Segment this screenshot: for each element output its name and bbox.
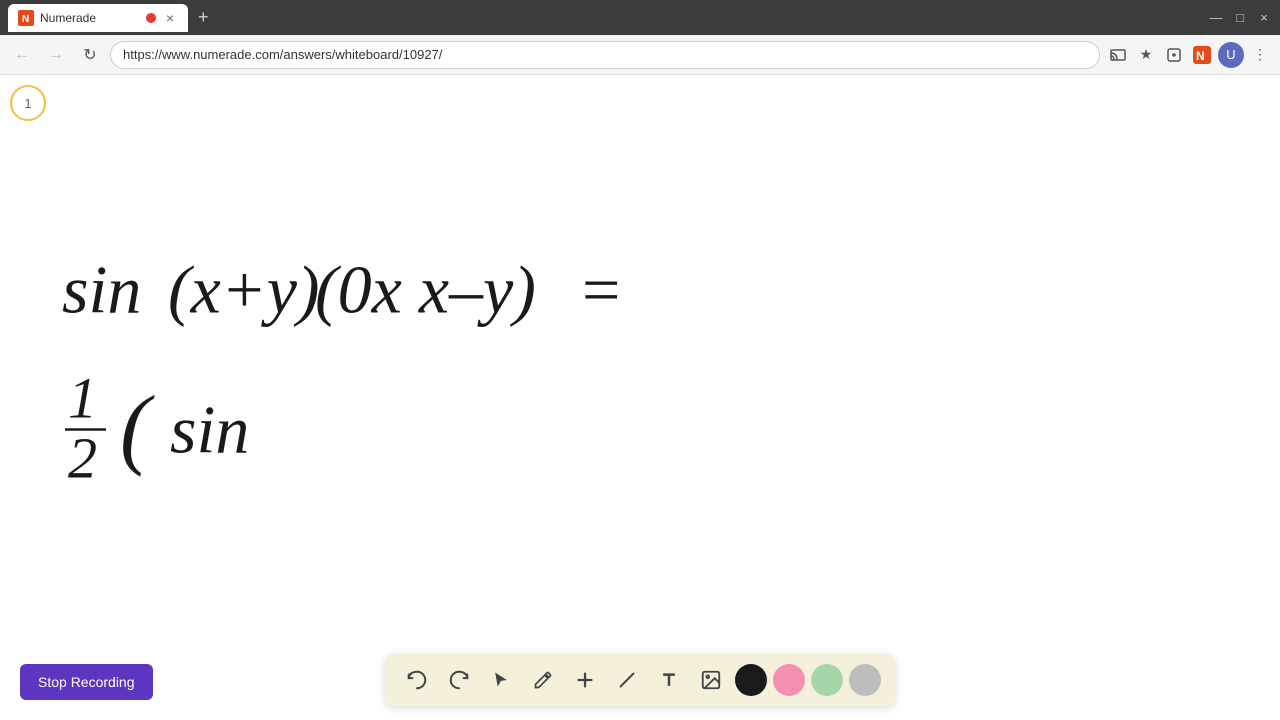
svg-text:1: 1 bbox=[68, 366, 97, 431]
toolbar bbox=[385, 654, 895, 706]
svg-text:N: N bbox=[1196, 49, 1205, 63]
svg-text:N: N bbox=[22, 14, 29, 25]
select-tool-button[interactable] bbox=[483, 662, 519, 698]
cast-icon[interactable] bbox=[1106, 43, 1130, 67]
back-button[interactable]: ← bbox=[8, 41, 36, 69]
new-tab-button[interactable]: + bbox=[198, 7, 209, 28]
svg-text:2: 2 bbox=[68, 426, 97, 491]
svg-text:sin: sin bbox=[170, 392, 249, 468]
svg-text:=: = bbox=[582, 252, 620, 328]
color-green-button[interactable] bbox=[811, 664, 843, 696]
minimize-button[interactable]: — bbox=[1208, 10, 1224, 26]
tab-recording-dot bbox=[146, 13, 156, 23]
menu-icon[interactable]: ⋮ bbox=[1248, 43, 1272, 67]
tab-title: Numerade bbox=[40, 11, 140, 25]
image-button[interactable] bbox=[693, 662, 729, 698]
forward-button[interactable]: → bbox=[42, 41, 70, 69]
svg-text:(x+y): (x+y) bbox=[168, 252, 320, 328]
refresh-button[interactable]: ↻ bbox=[76, 41, 104, 69]
redo-button[interactable] bbox=[441, 662, 477, 698]
whiteboard: 1 sin (x+y) (0x x–y) = 1 2 ( sin Stop Re… bbox=[0, 75, 1280, 720]
math-canvas: sin (x+y) (0x x–y) = 1 2 ( sin bbox=[0, 75, 1280, 720]
address-bar[interactable]: https://www.numerade.com/answers/whitebo… bbox=[110, 41, 1100, 69]
bookmark-icon[interactable]: ★ bbox=[1134, 43, 1158, 67]
color-pink-button[interactable] bbox=[773, 664, 805, 696]
maximize-button[interactable]: □ bbox=[1232, 10, 1248, 26]
color-black-button[interactable] bbox=[735, 664, 767, 696]
color-gray-button[interactable] bbox=[849, 664, 881, 696]
navigation-bar: ← → ↻ https://www.numerade.com/answers/w… bbox=[0, 35, 1280, 75]
window-controls: — □ × bbox=[1208, 10, 1272, 26]
close-window-button[interactable]: × bbox=[1256, 10, 1272, 26]
svg-text:(: ( bbox=[120, 379, 155, 478]
browser-tab[interactable]: N Numerade × bbox=[8, 4, 188, 32]
profile-icon[interactable]: U bbox=[1218, 42, 1244, 68]
tab-close-button[interactable]: × bbox=[162, 10, 178, 26]
undo-button[interactable] bbox=[399, 662, 435, 698]
stop-recording-button[interactable]: Stop Recording bbox=[20, 664, 153, 700]
text-tool-button[interactable] bbox=[651, 662, 687, 698]
svg-text:(0x x–y): (0x x–y) bbox=[315, 252, 536, 328]
extension-icon[interactable] bbox=[1162, 43, 1186, 67]
svg-text:sin: sin bbox=[62, 252, 141, 328]
numerade-ext-icon[interactable]: N bbox=[1190, 43, 1214, 67]
pen-tool-button[interactable] bbox=[525, 662, 561, 698]
browser-chrome: N Numerade × + — □ × bbox=[0, 0, 1280, 35]
url-text: https://www.numerade.com/answers/whitebo… bbox=[123, 47, 442, 62]
tab-favicon: N bbox=[18, 10, 34, 26]
add-button[interactable] bbox=[567, 662, 603, 698]
eraser-button[interactable] bbox=[609, 662, 645, 698]
nav-right-icons: ★ N U ⋮ bbox=[1106, 42, 1272, 68]
